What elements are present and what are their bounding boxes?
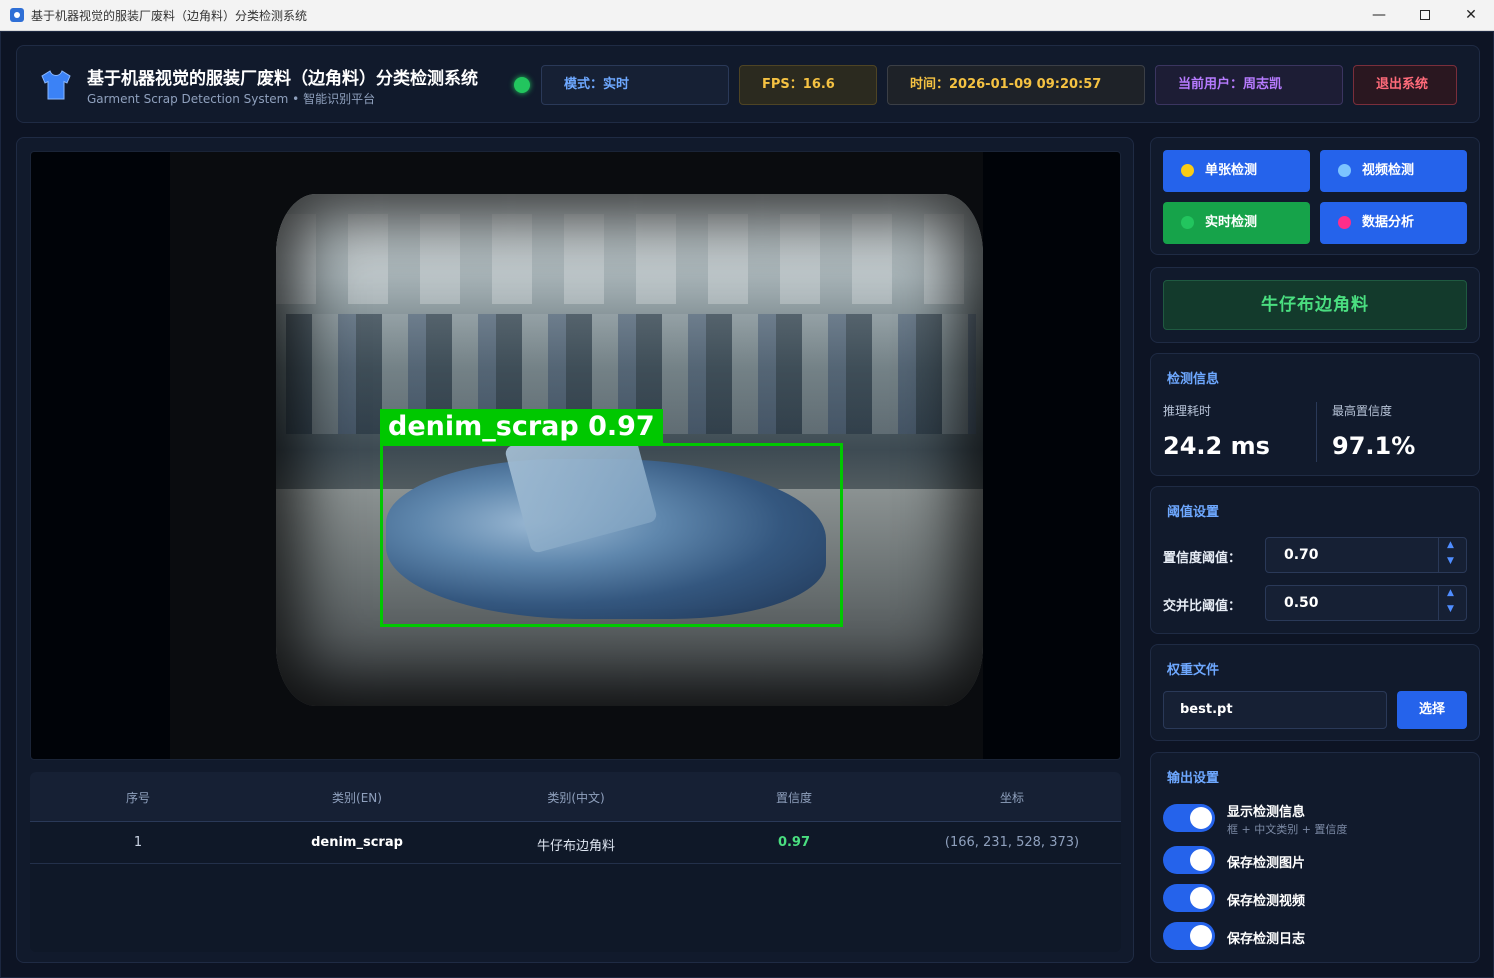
results-table: 序号 类别(EN) 类别(中文) 置信度 坐标 1 denim_scrap 牛仔… [30, 772, 1121, 952]
main-panel: denim_scrap 0.97 序号 类别(EN) 类别(中文) 置信度 坐标… [16, 137, 1134, 963]
save-log-toggle[interactable] [1163, 922, 1215, 950]
detection-box [380, 443, 843, 627]
conf-threshold-spinbox[interactable]: 0.70 ▲ ▼ [1265, 537, 1467, 573]
toggle-knob [1190, 887, 1212, 909]
detection-label: denim_scrap 0.97 [380, 409, 663, 445]
conf-threshold-arrows: ▲ ▼ [1438, 538, 1466, 572]
conf-threshold-value: 0.70 [1284, 547, 1319, 563]
app-body: 基于机器视觉的服装厂废料（边角料）分类检测系统 Garment Scrap De… [0, 31, 1494, 978]
data-analysis-button[interactable]: 数据分析 [1320, 202, 1467, 244]
detect-info-title: 检测信息 [1167, 372, 1220, 387]
iou-threshold-value: 0.50 [1284, 595, 1319, 611]
header-bar: 基于机器视觉的服装厂废料（边角料）分类检测系统 Garment Scrap De… [16, 45, 1480, 123]
weights-file-field[interactable]: best.pt [1163, 691, 1387, 729]
select-weights-button[interactable]: 选择 [1397, 691, 1467, 729]
detection-score: 0.97 [588, 411, 655, 442]
arrow-down-icon[interactable]: ▼ [1447, 604, 1454, 614]
single-detect-label: 单张检测 [1205, 163, 1258, 178]
cell-index: 1 [133, 835, 143, 850]
app-title: 基于机器视觉的服装厂废料（边角料）分类检测系统 [87, 69, 478, 89]
data-analysis-label: 数据分析 [1362, 215, 1415, 230]
threshold-title: 阈值设置 [1167, 505, 1220, 520]
green-dot-icon [1181, 216, 1194, 229]
col-coords: 坐标 [999, 791, 1024, 805]
max-conf-label: 最高置信度 [1332, 404, 1393, 418]
realtime-detect-label: 实时检测 [1205, 215, 1258, 230]
status-indicator [514, 77, 530, 93]
realtime-detect-button[interactable]: 实时检测 [1163, 202, 1310, 244]
tshirt-icon [41, 70, 71, 100]
close-button[interactable]: ✕ [1448, 0, 1494, 31]
table-header: 序号 类别(EN) 类别(中文) 置信度 坐标 [30, 772, 1121, 822]
detect-info-panel: 检测信息 推理耗时 24.2 ms 最高置信度 97.1% [1150, 353, 1480, 476]
col-class-en: 类别(EN) [332, 791, 382, 805]
mode-panel: 单张检测 视频检测 实时检测 数据分析 [1150, 137, 1480, 255]
conf-threshold-label: 置信度阈值： [1163, 551, 1242, 566]
col-confidence: 置信度 [775, 791, 812, 805]
infer-time-value: 24.2 ms [1163, 432, 1270, 460]
blue-dot-icon [1338, 164, 1351, 177]
toggle-knob [1190, 849, 1212, 871]
app-eye-icon [10, 8, 24, 22]
save-log-label: 保存检测日志 [1227, 932, 1306, 947]
iou-threshold-spinbox[interactable]: 0.50 ▲ ▼ [1265, 585, 1467, 621]
mode-chip: 模式：实时 [541, 65, 729, 105]
arrow-up-icon[interactable]: ▲ [1447, 588, 1454, 598]
weights-panel: 权重文件 best.pt 选择 [1150, 644, 1480, 741]
time-chip: 时间：2026-01-09 09:20:57 [887, 65, 1145, 105]
yellow-dot-icon [1181, 164, 1194, 177]
arrow-down-icon[interactable]: ▼ [1447, 556, 1454, 566]
save-video-label: 保存检测视频 [1227, 894, 1306, 909]
pink-dot-icon [1338, 216, 1351, 229]
cell-class-cn: 牛仔布边角料 [536, 839, 615, 854]
class-panel: 牛仔布边角料 [1150, 267, 1480, 343]
info-divider [1316, 402, 1317, 462]
max-conf-value: 97.1% [1332, 432, 1416, 460]
col-index: 序号 [125, 791, 150, 805]
iou-threshold-arrows: ▲ ▼ [1438, 586, 1466, 620]
logout-button[interactable]: 退出系统 [1353, 65, 1457, 105]
save-image-label: 保存检测图片 [1227, 856, 1306, 871]
arrow-up-icon[interactable]: ▲ [1447, 540, 1454, 550]
threshold-panel: 阈值设置 置信度阈值： 0.70 ▲ ▼ 交并比阈值： 0.50 ▲ ▼ [1150, 486, 1480, 634]
minimize-button[interactable]: — [1356, 0, 1402, 31]
toggle-knob [1190, 925, 1212, 947]
iou-threshold-label: 交并比阈值： [1163, 599, 1242, 614]
detection-class: denim_scrap [388, 411, 579, 442]
maximize-icon [1420, 10, 1430, 20]
user-chip: 当前用户：周志凯 [1155, 65, 1343, 105]
window-title: 基于机器视觉的服装厂废料（边角料）分类检测系统 [31, 9, 308, 23]
cell-class-en: denim_scrap [311, 835, 403, 850]
show-info-sub: 框 + 中文类别 + 置信度 [1227, 823, 1348, 836]
table-row[interactable]: 1 denim_scrap 牛仔布边角料 0.97 (166, 231, 528… [30, 822, 1121, 864]
video-detect-button[interactable]: 视频检测 [1320, 150, 1467, 192]
single-detect-button[interactable]: 单张检测 [1163, 150, 1310, 192]
col-class-cn: 类别(中文) [547, 791, 605, 805]
toggle-knob [1190, 807, 1212, 829]
weights-title: 权重文件 [1167, 663, 1220, 678]
cell-coords: (166, 231, 528, 373) [944, 835, 1080, 850]
save-video-toggle[interactable] [1163, 884, 1215, 912]
maximize-button[interactable] [1402, 0, 1448, 31]
current-class: 牛仔布边角料 [1163, 280, 1467, 330]
app-subtitle: Garment Scrap Detection System • 智能识别平台 [87, 92, 376, 106]
show-info-toggle[interactable] [1163, 804, 1215, 832]
video-display: denim_scrap 0.97 [30, 151, 1121, 760]
show-info-label: 显示检测信息 [1227, 805, 1306, 820]
window-titlebar: 基于机器视觉的服装厂废料（边角料）分类检测系统 — ✕ [0, 0, 1494, 31]
cell-confidence: 0.97 [777, 835, 811, 850]
infer-time-label: 推理耗时 [1163, 404, 1212, 418]
video-detect-label: 视频检测 [1362, 163, 1415, 178]
fps-chip: FPS：16.6 [739, 65, 877, 105]
output-title: 输出设置 [1167, 771, 1220, 786]
save-image-toggle[interactable] [1163, 846, 1215, 874]
output-panel: 输出设置 显示检测信息 框 + 中文类别 + 置信度 保存检测图片 保存检测视频… [1150, 752, 1480, 963]
